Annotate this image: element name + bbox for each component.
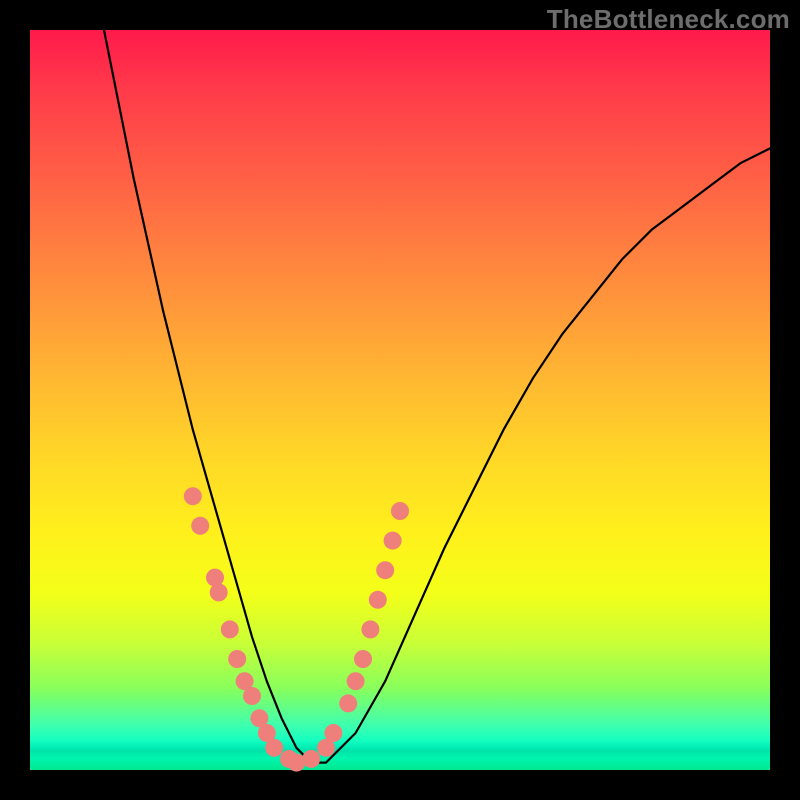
- valley-dot: [243, 687, 261, 705]
- valley-dots-group: [184, 487, 409, 771]
- valley-dot: [265, 739, 283, 757]
- chart-stage: TheBottleneck.com: [0, 0, 800, 800]
- valley-dot: [384, 532, 402, 550]
- valley-dot: [391, 502, 409, 520]
- bottleneck-curve: [104, 30, 770, 763]
- valley-dot: [339, 694, 357, 712]
- curve-svg: [30, 30, 770, 770]
- valley-dot: [210, 583, 228, 601]
- valley-dot: [302, 750, 320, 768]
- valley-dot: [184, 487, 202, 505]
- valley-dot: [228, 650, 246, 668]
- valley-dot: [369, 591, 387, 609]
- valley-dot: [221, 620, 239, 638]
- valley-dot: [324, 724, 342, 742]
- valley-dot: [354, 650, 372, 668]
- valley-dot: [347, 672, 365, 690]
- valley-dot: [361, 620, 379, 638]
- valley-dot: [376, 561, 394, 579]
- plot-area: [30, 30, 770, 770]
- valley-dot: [191, 517, 209, 535]
